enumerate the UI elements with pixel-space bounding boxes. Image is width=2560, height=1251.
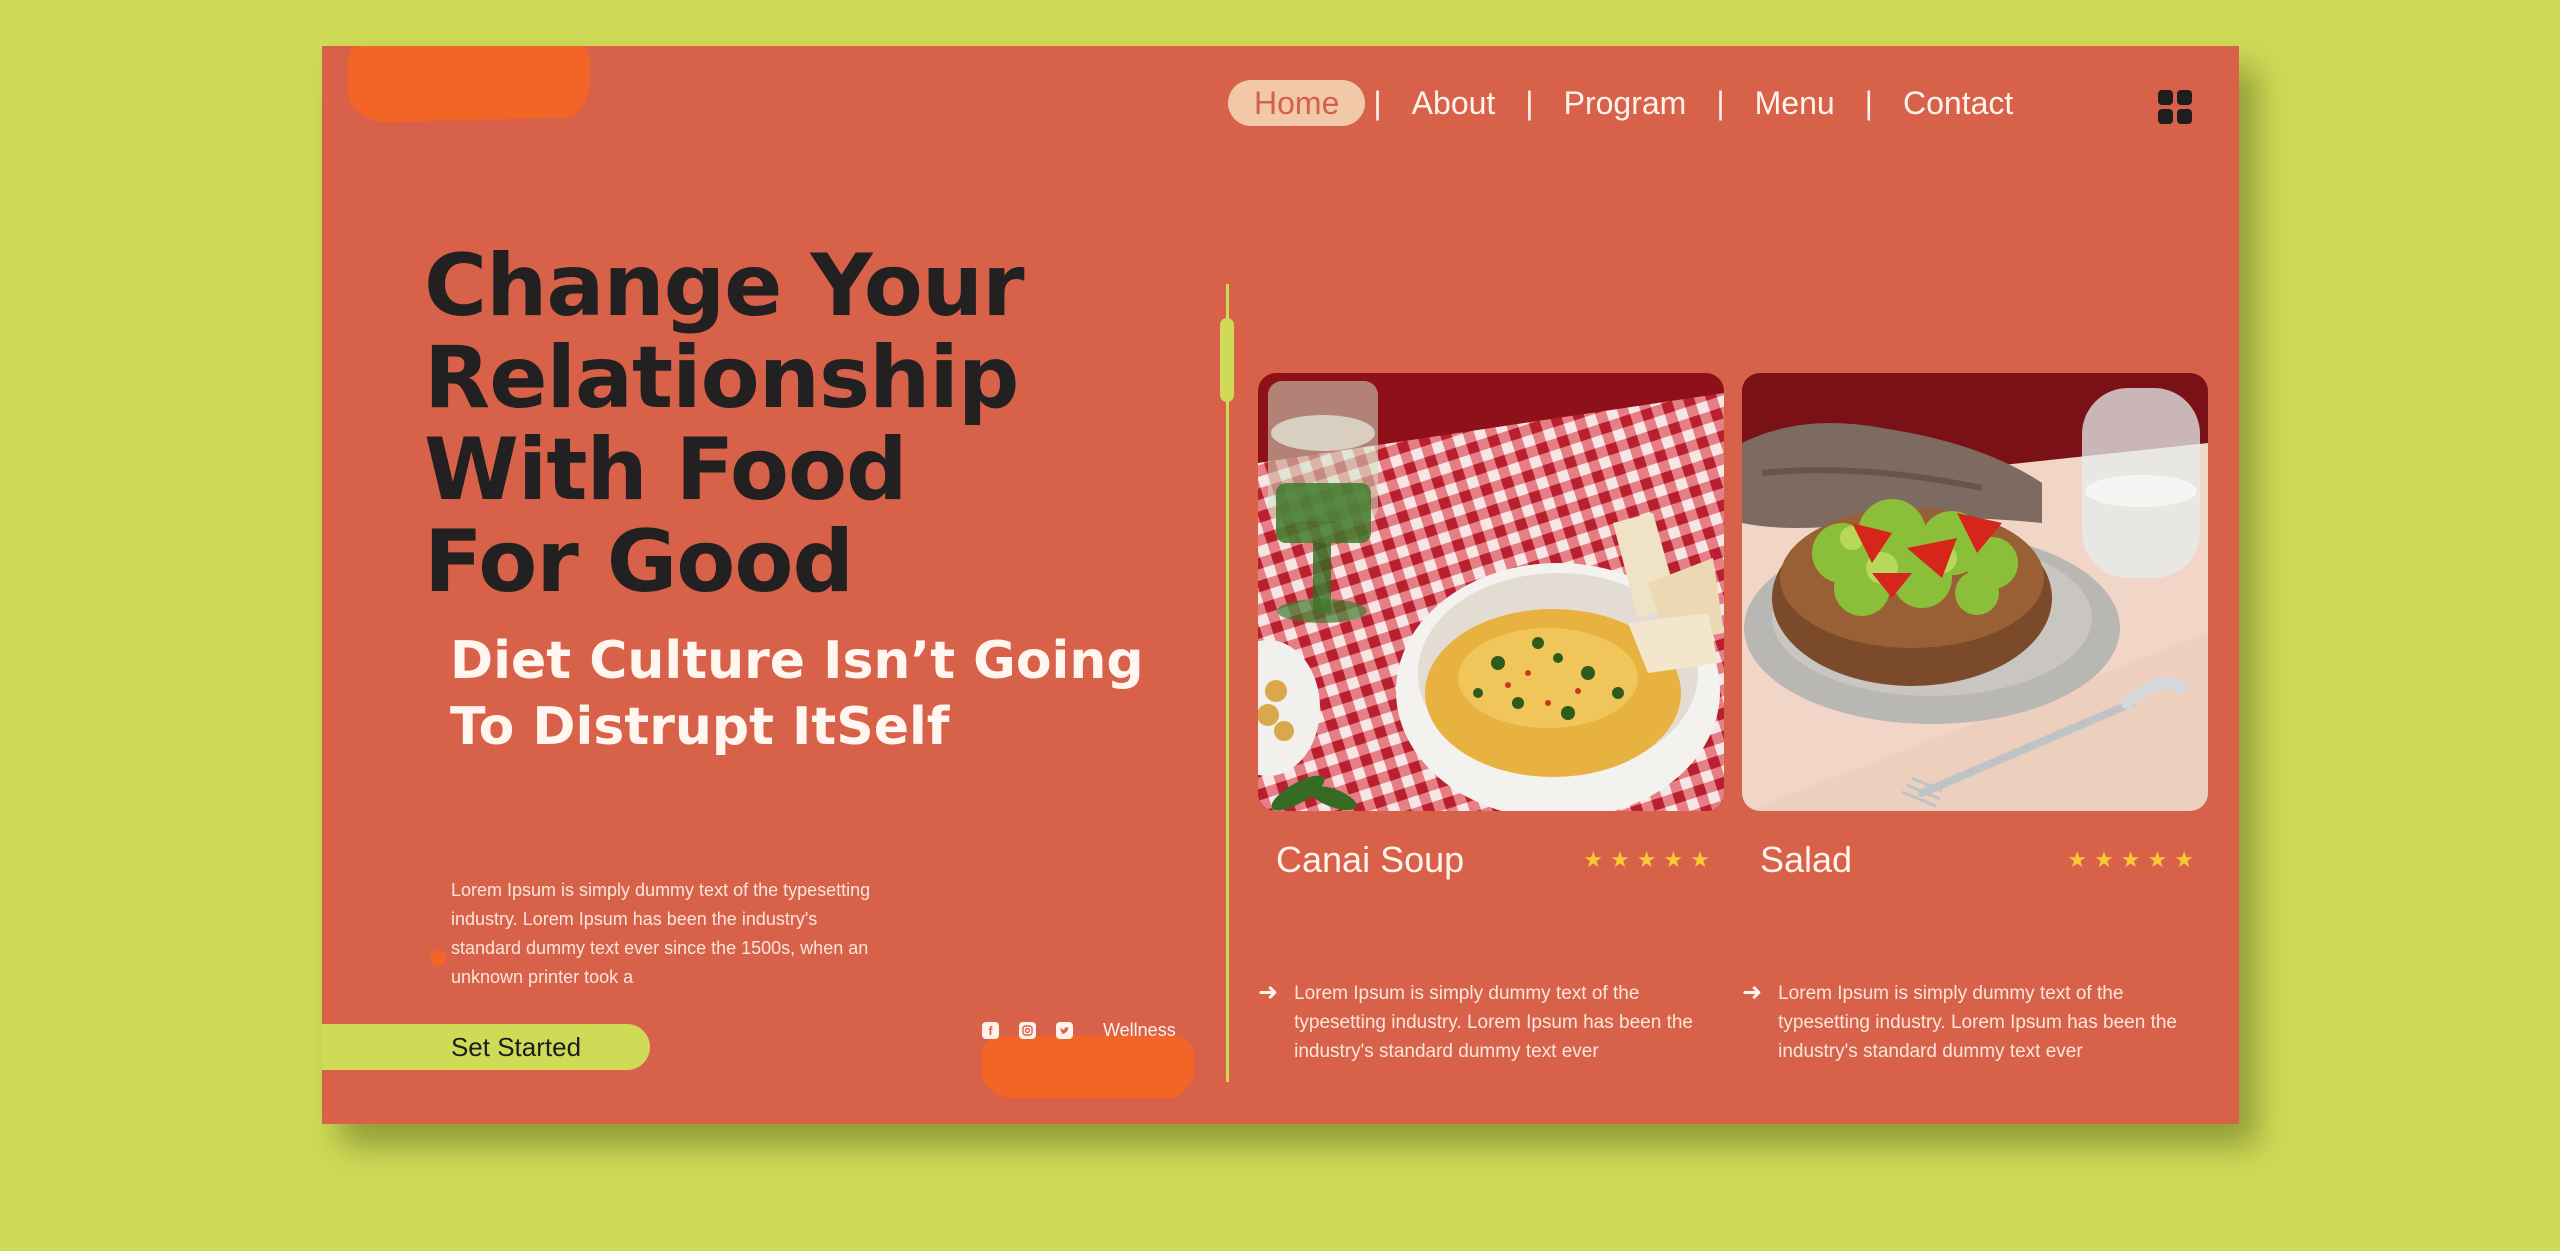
star-icon: ★: [1690, 847, 1710, 872]
headline-line: For Good: [424, 512, 854, 612]
star-rating: ★ ★ ★ ★ ★: [2067, 849, 2194, 871]
dish-card[interactable]: Canai Soup ★ ★ ★ ★ ★ ➜ Lorem Ipsum is si…: [1258, 373, 1724, 1062]
accent-dot: [430, 950, 446, 966]
dish-name: Salad: [1760, 839, 1853, 880]
get-started-button[interactable]: Set Started: [322, 1024, 650, 1070]
grid-icon[interactable]: [2158, 90, 2192, 124]
nav-separator: |: [1864, 84, 1873, 121]
star-icon: ★: [2120, 847, 2141, 872]
hero-headline: Change Your Relationship With Food For G…: [424, 240, 1104, 608]
dish-card[interactable]: Salad ★ ★ ★ ★ ★ ➜ Lorem Ipsum is simply …: [1742, 373, 2208, 1062]
star-rating: ★ ★ ★ ★ ★: [1583, 849, 1710, 871]
dish-photo-hummus: [1258, 373, 1724, 811]
hero-body-text: Lorem Ipsum is simply dummy text of the …: [451, 880, 871, 987]
main-nav: Home | About | Program | Menu | Contact: [1228, 80, 2035, 126]
twitter-icon[interactable]: [1056, 1022, 1073, 1039]
nav-menu[interactable]: Menu: [1733, 80, 1857, 126]
dish-description: ➜ Lorem Ipsum is simply dummy text of th…: [1742, 979, 2208, 1066]
landing-card: Home | About | Program | Menu | Contact …: [322, 46, 2239, 1124]
scroll-indicator[interactable]: [1220, 318, 1234, 402]
star-icon: ★: [1636, 847, 1657, 872]
subheadline-line: To Distrupt ItSelf: [450, 697, 950, 757]
nav-separator: |: [1373, 84, 1382, 121]
footer-redaction: [982, 1036, 1194, 1098]
dish-description-text: Lorem Ipsum is simply dummy text of the …: [1778, 983, 2177, 1062]
subheadline-line: Diet Culture Isn’t Going: [450, 631, 1144, 691]
nav-separator: |: [1525, 84, 1534, 121]
star-icon: ★: [2174, 847, 2194, 872]
headline-line: Relationship: [424, 328, 1019, 428]
star-icon: ★: [2147, 847, 2168, 872]
hero-subheadline: Diet Culture Isn’t Going To Distrupt ItS…: [450, 628, 1170, 760]
dish-photo-salad: [1742, 373, 2208, 811]
instagram-icon[interactable]: [1019, 1022, 1036, 1039]
arrow-right-icon[interactable]: ➜: [1258, 979, 1278, 1066]
headline-line: Change Your: [424, 236, 1025, 336]
headline-line: With Food: [424, 420, 908, 520]
nav-contact[interactable]: Contact: [1881, 80, 2035, 126]
nav-program[interactable]: Program: [1542, 80, 1709, 126]
nav-separator: |: [1716, 84, 1725, 121]
dish-description: ➜ Lorem Ipsum is simply dummy text of th…: [1258, 979, 1724, 1066]
divider-line: [1226, 284, 1229, 1082]
star-icon: ★: [2067, 847, 2088, 872]
wellness-label[interactable]: Wellness: [1103, 1020, 1176, 1041]
star-icon: ★: [2094, 847, 2114, 872]
star-icon: ★: [1583, 847, 1604, 872]
nav-home[interactable]: Home: [1228, 80, 1366, 126]
facebook-icon[interactable]: f: [982, 1022, 999, 1039]
logo-redaction: [346, 46, 592, 124]
social-links: f Wellness: [982, 1020, 1176, 1041]
dish-name: Canai Soup: [1276, 839, 1465, 880]
star-icon: ★: [1663, 847, 1684, 872]
dish-description-text: Lorem Ipsum is simply dummy text of the …: [1294, 983, 1693, 1062]
nav-about[interactable]: About: [1390, 80, 1518, 126]
arrow-right-icon[interactable]: ➜: [1742, 979, 1762, 1066]
star-icon: ★: [1610, 847, 1630, 872]
